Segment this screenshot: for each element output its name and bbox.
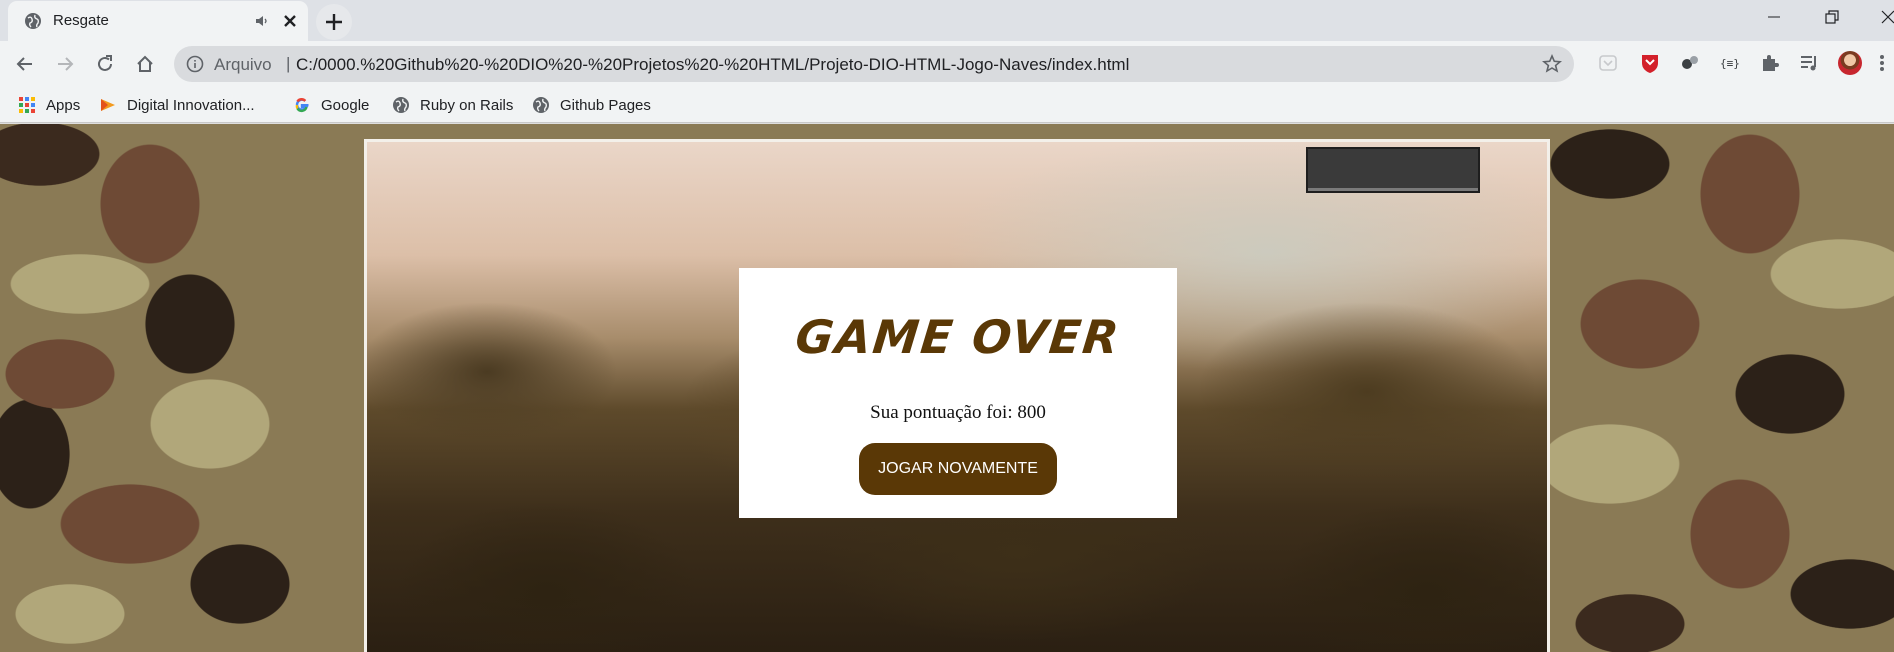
tab-title: Resgate (53, 12, 109, 29)
url-separator: | (286, 54, 291, 73)
svg-text:{≡}: {≡} (1720, 57, 1740, 70)
url-scheme-label: Arquivo (214, 55, 272, 74)
play-again-button[interactable]: JOGAR NOVAMENTE (859, 443, 1057, 495)
game-over-title: GAME OVER (792, 310, 1124, 364)
browser-toolbar: Arquivo | C:/0000.%20Github%20-%20DIO%20… (0, 41, 1894, 87)
arrow-left-icon (16, 57, 32, 71)
address-bar[interactable]: Arquivo | C:/0000.%20Github%20-%20DIO%20… (174, 46, 1574, 82)
tab-strip: Resgate (0, 0, 1894, 41)
browser-tab[interactable]: Resgate (8, 1, 308, 41)
dio-logo-icon (101, 99, 115, 111)
reload-icon (98, 55, 112, 71)
json-extension-icon[interactable]: {≡} (1718, 51, 1742, 75)
bookmark-digital-innovation[interactable]: Digital Innovation... (99, 94, 255, 116)
game-area: GAME OVER Sua pontuação foi: 800 JOGAR N… (364, 139, 1550, 652)
speaker-icon[interactable] (252, 11, 272, 31)
media-control-icon[interactable] (1798, 51, 1822, 75)
google-icon (295, 98, 309, 113)
bookmarks-bar: Apps Digital Innovation... Google Ruby o… (0, 87, 1894, 123)
puzzle-extension-icon[interactable] (1758, 51, 1782, 75)
score-display (1306, 147, 1480, 193)
final-score-text: Sua pontuação foi: 800 (870, 402, 1046, 423)
page-viewport: GAME OVER Sua pontuação foi: 800 JOGAR N… (0, 124, 1894, 652)
bookmark-google[interactable]: Google (293, 94, 369, 116)
star-icon[interactable] (1542, 54, 1562, 74)
apps-grid-icon (19, 97, 35, 113)
bookmark-label: Apps (46, 96, 81, 114)
bookmark-apps[interactable]: Apps (18, 94, 80, 116)
back-button[interactable] (8, 47, 42, 81)
bookmark-github-pages[interactable]: Github Pages (532, 94, 651, 116)
close-window-icon (1881, 10, 1894, 24)
globe-icon (25, 13, 41, 29)
shield-extension-icon[interactable] (1638, 51, 1662, 75)
restore-icon (1825, 10, 1839, 24)
plus-icon (326, 14, 342, 30)
info-icon[interactable] (186, 55, 204, 73)
minimize-button[interactable] (1752, 0, 1796, 36)
globe-icon (393, 97, 409, 113)
pocket-extension-icon[interactable] (1596, 51, 1620, 75)
camo-background-right (1550, 124, 1894, 652)
home-button[interactable] (128, 47, 162, 81)
close-tab-icon[interactable] (280, 11, 300, 31)
url-text[interactable]: C:/0000.%20Github%20-%20DIO%20-%20Projet… (296, 55, 1129, 75)
profile-avatar[interactable] (1838, 51, 1862, 75)
bookmark-label: Google (321, 96, 370, 114)
close-window-button[interactable] (1866, 0, 1894, 36)
bookmark-label: Digital Innovation... (127, 96, 255, 114)
minimize-icon (1768, 16, 1780, 18)
bookmark-label: Github Pages (560, 96, 651, 114)
dots-extension-icon[interactable] (1678, 51, 1702, 75)
home-icon (137, 55, 153, 72)
menu-kebab-icon[interactable] (1874, 51, 1890, 75)
arrow-right-icon (58, 57, 74, 71)
bookmark-label: Ruby on Rails (420, 96, 514, 114)
globe-icon (533, 97, 549, 113)
bookmark-ruby-on-rails[interactable]: Ruby on Rails (392, 94, 513, 116)
new-tab-button[interactable] (316, 4, 352, 40)
forward-button[interactable] (48, 47, 82, 81)
restore-button[interactable] (1810, 0, 1854, 36)
game-over-dialog: GAME OVER Sua pontuação foi: 800 JOGAR N… (739, 268, 1177, 518)
reload-button[interactable] (88, 47, 122, 81)
